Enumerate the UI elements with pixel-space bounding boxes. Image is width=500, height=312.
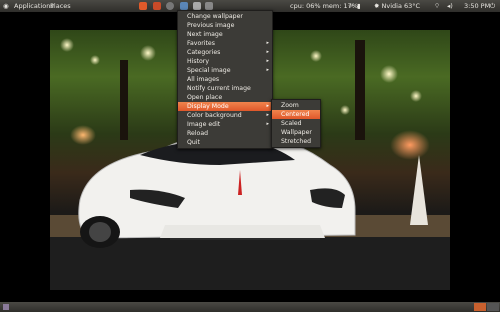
menu-item-label: Color background xyxy=(187,112,242,119)
show-desktop-icon[interactable] xyxy=(3,304,9,310)
chevron-right-icon: ▸ xyxy=(266,67,269,73)
places-menu[interactable]: Places xyxy=(50,0,71,12)
menu-item-image-edit[interactable]: Image edit ▸ xyxy=(178,120,272,129)
menu-item-label: Favorites xyxy=(187,40,215,47)
mail-icon[interactable] xyxy=(205,2,213,10)
power-icon[interactable]: ⏻ xyxy=(490,0,495,12)
app-indicator-icon[interactable] xyxy=(153,2,161,10)
submenu-item-label: Stretched xyxy=(281,138,312,145)
menu-item-categories[interactable]: Categories ▸ xyxy=(178,48,272,57)
menu-item-all-images[interactable]: All images xyxy=(178,75,272,84)
menu-item-next-image[interactable]: Next image xyxy=(178,30,272,39)
menu-item-reload[interactable]: Reload xyxy=(178,129,272,138)
lock-icon[interactable]: ▮ xyxy=(357,0,361,12)
submenu-item-wallpaper[interactable]: Wallpaper xyxy=(272,128,320,137)
menu-item-favorites[interactable]: Favorites ▸ xyxy=(178,39,272,48)
clock-icon[interactable] xyxy=(166,2,174,10)
menu-item-special-image[interactable]: Special image ▸ xyxy=(178,66,272,75)
menu-item-label: Quit xyxy=(187,139,200,146)
chevron-right-icon: ▸ xyxy=(266,49,269,55)
menu-item-previous-image[interactable]: Previous image xyxy=(178,21,272,30)
variety-icon[interactable] xyxy=(180,2,188,10)
light xyxy=(140,45,156,61)
submenu-item-label: Scaled xyxy=(281,120,302,127)
app-indicator-icon[interactable] xyxy=(139,2,147,10)
variety-menu: Change wallpaper Previous image Next ima… xyxy=(177,10,273,149)
menu-item-history[interactable]: History ▸ xyxy=(178,57,272,66)
chevron-right-icon: ▸ xyxy=(266,40,269,46)
menu-item-label: Special image xyxy=(187,67,231,74)
screen-icon[interactable] xyxy=(193,2,201,10)
traffic-cone xyxy=(410,155,428,225)
menu-item-label: All images xyxy=(187,76,220,83)
light xyxy=(310,50,322,62)
menu-item-notify-current-image[interactable]: Notify current image xyxy=(178,84,272,93)
network-icon[interactable]: ⌔ xyxy=(434,0,440,12)
workspace-switcher[interactable] xyxy=(487,303,499,311)
chevron-right-icon: ▸ xyxy=(266,58,269,64)
submenu-item-stretched[interactable]: Stretched xyxy=(272,137,320,146)
bottom-panel xyxy=(0,302,500,312)
menu-item-quit[interactable]: Quit xyxy=(178,138,272,147)
menu-item-display-mode[interactable]: Display Mode ▸ xyxy=(178,102,272,111)
chevron-right-icon: ▸ xyxy=(266,103,269,109)
submenu-item-label: Wallpaper xyxy=(281,129,312,136)
light xyxy=(340,105,350,115)
volume-icon[interactable]: ◂) xyxy=(447,0,453,12)
light xyxy=(60,38,74,52)
display-mode-submenu: Zoom Centered Scaled Wallpaper Stretched xyxy=(271,99,321,148)
menu-item-color-background[interactable]: Color background ▸ xyxy=(178,111,272,120)
menu-item-label: Previous image xyxy=(187,22,235,29)
chevron-right-icon: ▸ xyxy=(266,112,269,118)
submenu-item-label: Centered xyxy=(281,111,310,118)
light xyxy=(380,65,398,83)
workspace-switcher[interactable] xyxy=(474,303,486,311)
menu-item-label: Next image xyxy=(187,31,223,38)
ubuntu-logo-icon[interactable]: ◉ xyxy=(3,0,9,12)
menu-item-label: Open place xyxy=(187,94,223,101)
menu-item-label: Change wallpaper xyxy=(187,13,243,20)
menu-item-label: Image edit xyxy=(187,121,221,128)
gpu-temperature[interactable]: ✸ Nvidia 63°C xyxy=(374,0,420,12)
light xyxy=(410,90,422,102)
clock[interactable]: 3:50 PM xyxy=(464,0,490,12)
gear-icon[interactable]: ☼ xyxy=(348,0,354,12)
submenu-item-label: Zoom xyxy=(281,102,299,109)
gpu-temperature-label: Nvidia 63°C xyxy=(381,2,421,10)
submenu-item-zoom[interactable]: Zoom xyxy=(272,101,320,110)
menu-item-change-wallpaper[interactable]: Change wallpaper xyxy=(178,12,272,21)
menu-item-label: Notify current image xyxy=(187,85,251,92)
applications-menu[interactable]: Applications xyxy=(14,0,54,12)
menu-item-label: Categories xyxy=(187,49,221,56)
light xyxy=(90,55,100,65)
menu-item-open-place[interactable]: Open place xyxy=(178,93,272,102)
menu-item-label: Reload xyxy=(187,130,209,137)
submenu-item-scaled[interactable]: Scaled xyxy=(272,119,320,128)
submenu-item-centered[interactable]: Centered xyxy=(272,110,320,119)
menu-item-label: History xyxy=(187,58,210,65)
chevron-right-icon: ▸ xyxy=(266,121,269,127)
menu-item-label: Display Mode xyxy=(187,103,229,110)
